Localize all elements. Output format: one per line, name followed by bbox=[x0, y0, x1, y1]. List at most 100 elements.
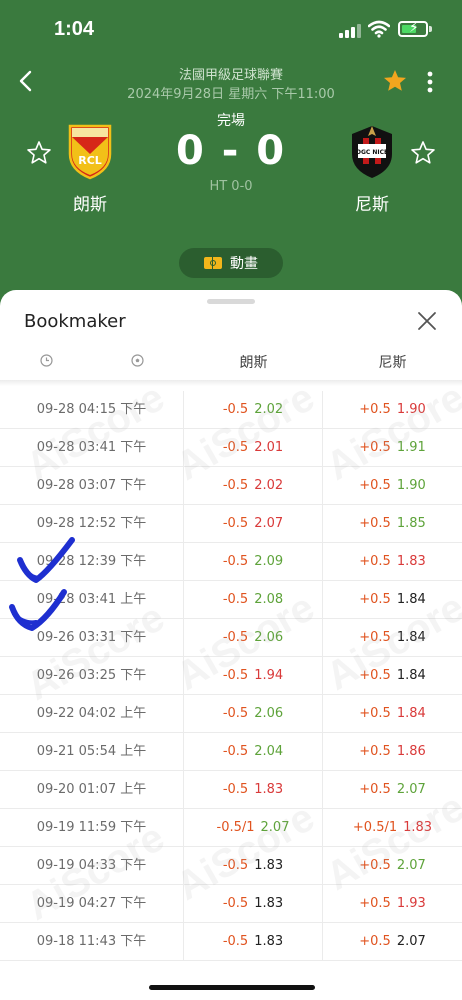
away-odds-cell: +0.5 1.90 bbox=[323, 467, 462, 505]
home-handicap: -0.5 bbox=[222, 934, 249, 949]
more-options-icon[interactable] bbox=[424, 70, 436, 94]
clock-icon bbox=[40, 354, 53, 367]
away-odds-cell: +0.5 1.83 bbox=[323, 543, 462, 581]
away-odds-cell: +0.5 1.85 bbox=[323, 505, 462, 543]
row-time: 09-28 12:52 下午 bbox=[0, 505, 184, 543]
away-odds-value: 1.93 bbox=[396, 896, 426, 911]
away-odds-value: 1.84 bbox=[396, 668, 426, 683]
home-odds-cell: -0.5 2.02 bbox=[184, 391, 323, 429]
table-row[interactable]: 09-22 04:02 上午 -0.5 2.06 +0.5 1.84 bbox=[0, 695, 462, 733]
away-odds-cell: +0.5 1.84 bbox=[323, 619, 462, 657]
away-odds-value: 1.83 bbox=[403, 820, 433, 835]
home-odds-cell: -0.5 1.83 bbox=[184, 885, 323, 923]
odds-table: 09-28 04:15 下午 -0.5 2.02 +0.5 1.90 09-28 03:4… bbox=[0, 391, 462, 961]
away-odds-value: 2.07 bbox=[396, 782, 426, 797]
bookmaker-sheet: Bookmaker 朗斯 尼斯 09-28 04:15 下午 -0.5 2.02 +0… bbox=[0, 290, 462, 1000]
table-row[interactable]: 09-28 12:39 下午 -0.5 2.09 +0.5 1.83 bbox=[0, 543, 462, 581]
table-row[interactable]: 09-19 04:27 下午 -0.5 1.83 +0.5 1.93 bbox=[0, 885, 462, 923]
table-row[interactable]: 09-28 04:15 下午 -0.5 2.02 +0.5 1.90 bbox=[0, 391, 462, 429]
home-odds-cell: -0.5 2.02 bbox=[184, 467, 323, 505]
away-odds-value: 1.90 bbox=[396, 402, 426, 417]
row-time: 09-28 03:41 上午 bbox=[0, 581, 184, 619]
wifi-icon bbox=[368, 20, 390, 38]
row-time: 09-19 11:59 下午 bbox=[0, 809, 184, 847]
home-odds-cell: -0.5 2.08 bbox=[184, 581, 323, 619]
away-handicap: +0.5 bbox=[359, 896, 391, 911]
row-time: 09-19 04:27 下午 bbox=[0, 885, 184, 923]
animation-label: 動畫 bbox=[230, 256, 258, 272]
home-indicator[interactable] bbox=[149, 985, 315, 990]
away-odds-cell: +0.5 2.07 bbox=[323, 847, 462, 885]
home-handicap: -0.5 bbox=[222, 744, 249, 759]
away-handicap: +0.5 bbox=[359, 592, 391, 607]
home-odds-value: 2.02 bbox=[254, 402, 284, 417]
status-time: 1:04 bbox=[54, 18, 95, 40]
table-row[interactable]: 09-20 01:07 上午 -0.5 1.83 +0.5 2.07 bbox=[0, 771, 462, 809]
away-odds-cell: +0.5 1.86 bbox=[323, 733, 462, 771]
away-handicap: +0.5 bbox=[359, 516, 391, 531]
home-handicap: -0.5 bbox=[222, 554, 249, 569]
away-odds-cell: +0.5/1 1.83 bbox=[323, 809, 462, 847]
favorite-star-icon[interactable] bbox=[382, 68, 408, 94]
away-handicap: +0.5 bbox=[359, 934, 391, 949]
table-row[interactable]: 09-21 05:54 上午 -0.5 2.04 +0.5 1.86 bbox=[0, 733, 462, 771]
home-handicap: -0.5 bbox=[222, 440, 249, 455]
home-handicap: -0.5 bbox=[222, 858, 249, 873]
home-handicap: -0.5 bbox=[222, 592, 249, 607]
home-odds-value: 2.06 bbox=[254, 706, 284, 721]
column-home-team: 朗斯 bbox=[239, 355, 268, 371]
away-odds-cell: +0.5 1.90 bbox=[323, 391, 462, 429]
home-odds-value: 2.09 bbox=[254, 554, 284, 569]
row-time: 09-28 12:39 下午 bbox=[0, 543, 184, 581]
away-handicap: +0.5 bbox=[359, 402, 391, 417]
away-odds-cell: +0.5 1.91 bbox=[323, 429, 462, 467]
sheet-title: Bookmaker bbox=[24, 311, 126, 332]
home-handicap: -0.5 bbox=[222, 668, 249, 683]
away-odds-value: 1.84 bbox=[396, 592, 426, 607]
away-handicap: +0.5 bbox=[359, 706, 391, 721]
table-row[interactable]: 09-28 03:07 下午 -0.5 2.02 +0.5 1.90 bbox=[0, 467, 462, 505]
home-odds-value: 2.02 bbox=[254, 478, 284, 493]
home-odds-value: 2.07 bbox=[260, 820, 290, 835]
home-odds-value: 2.04 bbox=[254, 744, 284, 759]
battery-icon: ⚡ bbox=[398, 20, 428, 37]
column-away-team: 尼斯 bbox=[378, 355, 407, 371]
table-row[interactable]: 09-28 12:52 下午 -0.5 2.07 +0.5 1.85 bbox=[0, 505, 462, 543]
away-odds-value: 1.84 bbox=[396, 706, 426, 721]
away-handicap: +0.5 bbox=[359, 744, 391, 759]
table-row[interactable]: 09-28 03:41 下午 -0.5 2.01 +0.5 1.91 bbox=[0, 429, 462, 467]
signal-icon bbox=[339, 22, 361, 38]
away-handicap: +0.5 bbox=[359, 478, 391, 493]
table-header: 朗斯 尼斯 bbox=[0, 342, 462, 380]
home-handicap: -0.5 bbox=[222, 782, 249, 797]
sheet-grab-handle[interactable] bbox=[207, 299, 255, 304]
away-handicap: +0.5 bbox=[359, 858, 391, 873]
away-handicap: +0.5 bbox=[359, 440, 391, 455]
table-row[interactable]: 09-19 04:33 下午 -0.5 1.83 +0.5 2.07 bbox=[0, 847, 462, 885]
away-odds-cell: +0.5 2.07 bbox=[323, 771, 462, 809]
close-icon[interactable] bbox=[416, 310, 438, 332]
table-row[interactable]: 09-18 11:43 下午 -0.5 1.83 +0.5 2.07 bbox=[0, 923, 462, 961]
away-odds-value: 1.91 bbox=[396, 440, 426, 455]
away-handicap: +0.5/1 bbox=[352, 820, 398, 835]
home-handicap: -0.5 bbox=[222, 706, 249, 721]
away-odds-value: 1.85 bbox=[396, 516, 426, 531]
animation-button[interactable]: 動畫 bbox=[179, 248, 283, 278]
home-odds-value: 2.06 bbox=[254, 630, 284, 645]
home-odds-value: 1.83 bbox=[254, 934, 284, 949]
table-row[interactable]: 09-26 03:25 下午 -0.5 1.94 +0.5 1.84 bbox=[0, 657, 462, 695]
row-time: 09-22 04:02 上午 bbox=[0, 695, 184, 733]
away-odds-cell: +0.5 1.93 bbox=[323, 885, 462, 923]
home-odds-cell: -0.5 1.83 bbox=[184, 847, 323, 885]
away-odds-cell: +0.5 1.84 bbox=[323, 657, 462, 695]
half-time-score: HT 0-0 bbox=[209, 179, 253, 194]
pitch-icon bbox=[204, 257, 222, 269]
table-row[interactable]: 09-26 03:31 下午 -0.5 2.06 +0.5 1.84 bbox=[0, 619, 462, 657]
row-time: 09-26 03:25 下午 bbox=[0, 657, 184, 695]
row-time: 09-20 01:07 上午 bbox=[0, 771, 184, 809]
table-row[interactable]: 09-28 03:41 上午 -0.5 2.08 +0.5 1.84 bbox=[0, 581, 462, 619]
away-odds-cell: +0.5 2.07 bbox=[323, 923, 462, 961]
away-odds-cell: +0.5 1.84 bbox=[323, 581, 462, 619]
table-row[interactable]: 09-19 11:59 下午 -0.5/1 2.07 +0.5/1 1.83 bbox=[0, 809, 462, 847]
row-time: 09-19 04:33 下午 bbox=[0, 847, 184, 885]
